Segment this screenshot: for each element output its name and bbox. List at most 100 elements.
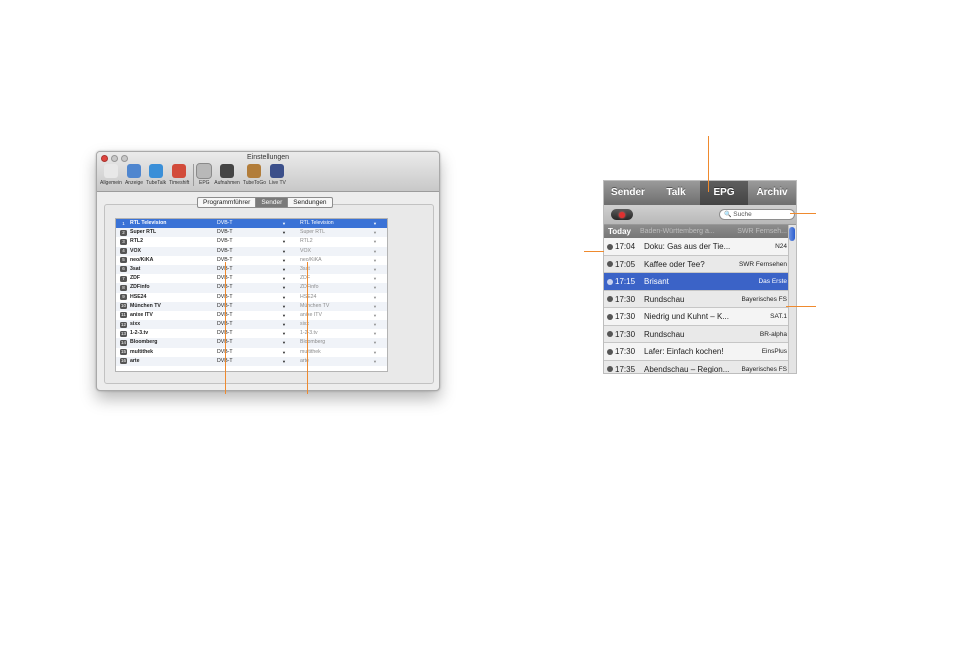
mapping-dropdown-arrow-icon[interactable]: ▼	[373, 329, 377, 338]
mapping-dropdown-arrow-icon[interactable]: ▼	[373, 302, 377, 311]
program-row[interactable]: 17:30 Rundschau BR-alpha	[604, 325, 790, 343]
source-dropdown-arrow-icon[interactable]: ▼	[282, 302, 286, 311]
source-dropdown-arrow-icon[interactable]: ▼	[282, 274, 286, 283]
source-dropdown-arrow-icon[interactable]: ▼	[282, 228, 286, 237]
epg-mapping: RTL2	[300, 238, 313, 245]
source-dropdown-arrow-icon[interactable]: ▼	[282, 293, 286, 302]
toolbar-item-epg[interactable]: EPG	[196, 163, 213, 186]
channel-row[interactable]: 2 Super RTL DVB-T ▼ Super RTL ▼	[116, 228, 387, 238]
mapping-dropdown-arrow-icon[interactable]: ▼	[373, 293, 377, 302]
search-field[interactable]: 🔍 Suche	[719, 209, 795, 220]
channel-row[interactable]: 4 VOX DVB-T ▼ VOX ▼	[116, 246, 387, 256]
program-row[interactable]: 17:35 Abendschau – Region... Bayerisches F…	[604, 360, 790, 373]
program-row[interactable]: 17:30 Lafer: Einfach kochen! EinsPlus	[604, 343, 790, 361]
source-dropdown-arrow-icon[interactable]: ▼	[282, 320, 286, 329]
channel-row[interactable]: 15multithekDVB-T▼multithek▼	[116, 348, 387, 357]
segment-programmführer[interactable]: Programmführer	[198, 198, 257, 207]
channel-row[interactable]: 12sixxDVB-T▼sixx▼	[116, 320, 387, 330]
program-channel: EinsPlus	[761, 348, 787, 355]
source-dropdown-arrow-icon[interactable]: ▼	[282, 256, 286, 265]
record-icon	[220, 164, 235, 178]
channel-row[interactable]: 16arteDVB-T▼arte▼	[116, 356, 387, 366]
mapping-dropdown-arrow-icon[interactable]: ▼	[373, 311, 377, 320]
program-title: Brisant	[644, 277, 669, 286]
toolbar-item-label: Live TV	[269, 180, 286, 186]
source-dropdown-arrow-icon[interactable]: ▼	[282, 219, 286, 228]
epg-mapping: multithek	[300, 348, 321, 355]
channel-row[interactable]: 5 neo/KiKA DVB-T ▼ neo/KiKA ▼	[116, 256, 387, 265]
epg-mapping: RTL Television	[300, 220, 334, 226]
segmented-control: Programmführer Sender Sendungen	[197, 197, 333, 208]
epg-toolbar: 🔍 Suche	[604, 205, 796, 225]
mapping-dropdown-arrow-icon[interactable]: ▼	[373, 228, 377, 237]
toolbar-item-anzeige[interactable]: Anzeige	[125, 164, 143, 186]
source-dropdown-arrow-icon[interactable]: ▼	[282, 283, 286, 292]
channel-row[interactable]: 9HSE24DVB-T▼HSE24▼	[116, 293, 387, 302]
source-dropdown-arrow-icon[interactable]: ▼	[282, 329, 286, 338]
channel-source: DVB-T	[217, 238, 233, 245]
record-button[interactable]	[611, 209, 633, 220]
mapping-dropdown-arrow-icon[interactable]: ▼	[373, 237, 377, 246]
channel-row[interactable]: 63satDVB-T▼3sat▼	[116, 264, 387, 275]
epg-mapping: anixe ITV	[300, 311, 322, 318]
channel-number: 12	[120, 321, 128, 328]
toolbar-item-aufnahmen[interactable]: Aufnahmen	[214, 164, 240, 186]
mapping-dropdown-arrow-icon[interactable]: ▼	[373, 219, 377, 228]
program-time: 17:30	[615, 294, 636, 304]
program-title: Rundschau	[644, 329, 685, 339]
mapping-dropdown-arrow-icon[interactable]: ▼	[373, 357, 377, 366]
toolbar-item-allgemein[interactable]: Allgemein	[100, 164, 122, 186]
channel-row[interactable]: 11anixe ITVDVB-T▼anixe ITV▼	[116, 311, 387, 320]
channel-row[interactable]: 8ZDFinfoDVB-T▼ZDFinfo▼	[116, 283, 387, 293]
channel-row[interactable]: 131-2-3.tvDVB-T▼1-2-3.tv▼	[116, 329, 387, 338]
channel-name: RTL2	[130, 238, 143, 245]
program-row[interactable]: 17:30 Niedrig und Kuhnt – K... SAT.1	[604, 308, 790, 326]
epg-mapping: München TV	[300, 302, 330, 309]
source-dropdown-arrow-icon[interactable]: ▼	[282, 311, 286, 320]
tab-archiv[interactable]: Archiv	[748, 181, 796, 205]
callout-line-channel	[786, 306, 816, 307]
program-channel: SWR Fernsehen	[738, 260, 787, 268]
program-row[interactable]: 17:05 Kaffee oder Tee? SWR Fernsehen	[604, 255, 790, 273]
source-dropdown-arrow-icon[interactable]: ▼	[282, 357, 286, 366]
channel-row[interactable]: 7ZDFDVB-T▼ZDF▼	[116, 274, 387, 283]
program-row[interactable]: 17:15 Brisant Das Erste	[604, 273, 790, 291]
channel-name: sixx	[130, 321, 141, 328]
mapping-dropdown-arrow-icon[interactable]: ▼	[373, 265, 377, 274]
mapping-dropdown-arrow-icon[interactable]: ▼	[373, 256, 377, 265]
source-dropdown-arrow-icon[interactable]: ▼	[282, 348, 286, 357]
mapping-dropdown-arrow-icon[interactable]: ▼	[373, 320, 377, 329]
mapping-dropdown-arrow-icon[interactable]: ▼	[373, 283, 377, 292]
channel-name: 1-2-3.tv	[130, 330, 149, 337]
mapping-dropdown-arrow-icon[interactable]: ▼	[373, 247, 377, 256]
source-dropdown-arrow-icon[interactable]: ▼	[282, 237, 286, 246]
toolbar-item-timeshift[interactable]: Timeshift	[169, 164, 189, 186]
segment-sender[interactable]: Sender	[256, 198, 289, 207]
source-dropdown-arrow-icon[interactable]: ▼	[282, 338, 286, 347]
toolbar-item-live-tv[interactable]: Live TV	[269, 164, 286, 186]
tab-sender[interactable]: Sender	[604, 181, 652, 205]
scrollbar-track[interactable]	[788, 225, 796, 373]
channel-row[interactable]: 1 RTL Television DVB-T ▼ RTL Television ▼	[116, 219, 387, 229]
toolbar-item-label: EPG	[198, 180, 210, 186]
scrollbar-thumb[interactable]	[789, 227, 795, 241]
program-row[interactable]: 17:30 Rundschau Bayerisches FS	[604, 290, 790, 308]
mapping-dropdown-arrow-icon[interactable]: ▼	[373, 338, 377, 347]
tab-talk[interactable]: Talk	[652, 181, 700, 205]
channel-name: München TV	[130, 302, 161, 309]
channel-row[interactable]: 3 RTL2 DVB-T ▼ RTL2 ▼	[116, 237, 387, 246]
toolbar-item-tubetalk[interactable]: TubeTalk	[146, 164, 166, 186]
channel-row[interactable]: 14BloombergDVB-T▼Bloomberg▼	[116, 338, 387, 348]
toolbar-item-label: Allgemein	[100, 180, 122, 186]
toolbar-item-label: Aufnahmen	[214, 180, 240, 186]
source-dropdown-arrow-icon[interactable]: ▼	[282, 247, 286, 256]
mapping-dropdown-arrow-icon[interactable]: ▼	[373, 274, 377, 283]
source-dropdown-arrow-icon[interactable]: ▼	[282, 265, 286, 274]
channel-row[interactable]: 10München TVDVB-T▼München TV▼	[116, 301, 387, 311]
mapping-dropdown-arrow-icon[interactable]: ▼	[373, 348, 377, 357]
program-row[interactable]: 17:04 Doku: Gas aus der Tie... N24	[604, 238, 790, 256]
toolbar-item-tubetogo[interactable]: TubeToGo	[243, 164, 266, 186]
callout-line-source	[225, 262, 226, 394]
segment-sendungen[interactable]: Sendungen	[288, 198, 331, 207]
day-header: Today Baden-Württemberg a... SWR Fernseh…	[604, 225, 790, 238]
